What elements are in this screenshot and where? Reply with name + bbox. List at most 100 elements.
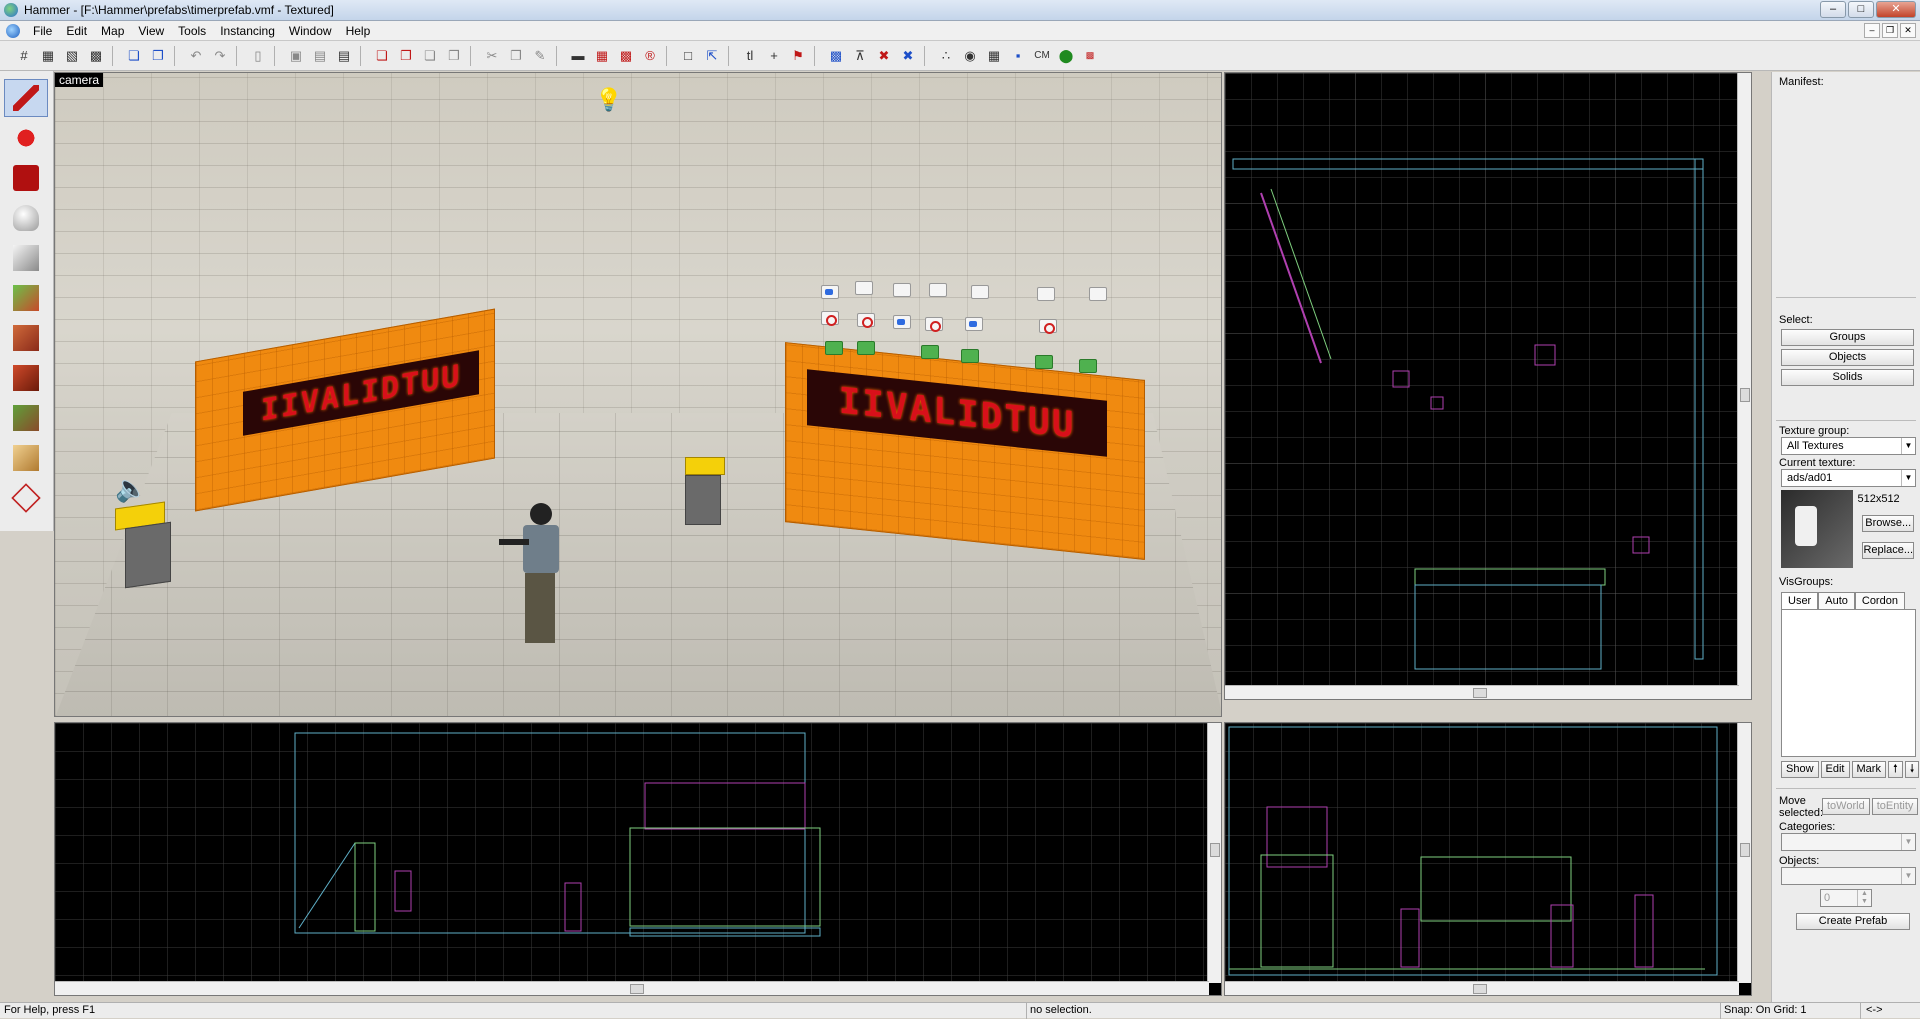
logic-entity[interactable] xyxy=(1039,319,1057,334)
decal-tool[interactable] xyxy=(4,359,48,397)
document-icon[interactable] xyxy=(6,23,20,38)
logic-entity[interactable] xyxy=(855,281,873,295)
side-view-horizontal-scrollbar[interactable] xyxy=(1225,981,1739,995)
flat-shaded-icon[interactable]: ▬ xyxy=(567,45,589,67)
paste-icon[interactable]: ✎ xyxy=(529,45,551,67)
side-view-vertical-scrollbar[interactable] xyxy=(1737,723,1751,983)
menu-map[interactable]: Map xyxy=(94,21,131,41)
cubemap-button[interactable]: CM xyxy=(1031,45,1053,67)
doc-restore-icon[interactable]: ❐ xyxy=(1882,23,1898,38)
lighting-icon[interactable]: ▦ xyxy=(983,45,1005,67)
top-2d-viewport[interactable] xyxy=(1224,72,1752,700)
visgroup-edit-button[interactable]: Edit xyxy=(1820,761,1850,778)
count-spinner[interactable]: 0 ▲ ▼ xyxy=(1820,889,1872,907)
run-map-icon[interactable]: ⬤ xyxy=(1055,45,1077,67)
magnify-tool[interactable] xyxy=(4,119,48,157)
apply-texture-tool[interactable] xyxy=(4,319,48,357)
toggle-red-icon[interactable]: ✖ xyxy=(873,45,895,67)
show-icon[interactable]: ▤ xyxy=(309,45,331,67)
categories-select[interactable]: ▼ xyxy=(1781,833,1916,851)
front-2d-viewport[interactable] xyxy=(54,722,1222,996)
visgroups-list[interactable] xyxy=(1781,609,1916,757)
cut-icon[interactable]: ✂ xyxy=(481,45,503,67)
logic-entity[interactable] xyxy=(1079,359,1097,373)
menu-view[interactable]: View xyxy=(131,21,171,41)
move-down-icon[interactable]: 🠗 xyxy=(1904,761,1920,778)
tab-user[interactable]: User xyxy=(1781,592,1819,609)
models-icon[interactable]: ◉ xyxy=(959,45,981,67)
texture-tool[interactable] xyxy=(4,279,48,317)
top-view-horizontal-scrollbar[interactable] xyxy=(1225,685,1739,699)
record-icon[interactable]: ® xyxy=(639,45,661,67)
redo-icon[interactable]: ↷ xyxy=(209,45,231,67)
menu-file[interactable]: File xyxy=(26,21,59,41)
logic-entity[interactable] xyxy=(929,283,947,297)
tab-cordon[interactable]: Cordon xyxy=(1854,592,1905,609)
overlay-tool[interactable] xyxy=(4,399,48,437)
texture-lock-red-icon[interactable]: ▦ xyxy=(591,45,613,67)
logic-entity[interactable] xyxy=(857,341,875,355)
select-icon[interactable]: ⇱ xyxy=(701,45,723,67)
logic-entity[interactable] xyxy=(1089,287,1107,301)
top-view-vertical-scrollbar[interactable] xyxy=(1737,73,1751,699)
carve-icon[interactable]: ▯ xyxy=(247,45,269,67)
visgroup-mark-button[interactable]: Mark xyxy=(1851,761,1886,778)
brush-flag-icon[interactable]: ⚑ xyxy=(787,45,809,67)
entity-tool[interactable] xyxy=(4,199,48,237)
logic-entity[interactable] xyxy=(893,283,911,297)
logic-entity[interactable] xyxy=(1035,355,1053,369)
logic-entity[interactable] xyxy=(893,315,911,329)
selection-icon-2[interactable]: ❐ xyxy=(395,45,417,67)
grid-3d-icon[interactable]: ▩ xyxy=(85,45,107,67)
close-icon[interactable]: ✕ xyxy=(1876,1,1916,18)
selection-tool[interactable] xyxy=(4,79,48,117)
camera-3d-viewport[interactable]: camera 💡 🔈 IIVALIDTUU IIVALIDTUU xyxy=(54,72,1222,717)
menu-window[interactable]: Window xyxy=(282,21,339,41)
replace-texture-button[interactable]: Replace... xyxy=(1862,542,1914,559)
logic-entity[interactable] xyxy=(971,285,989,299)
scroll-thumb[interactable] xyxy=(1210,843,1220,857)
check-problems-icon[interactable]: ⊼ xyxy=(849,45,871,67)
selection-icon-1[interactable]: ❏ xyxy=(371,45,393,67)
front-view-horizontal-scrollbar[interactable] xyxy=(55,981,1209,995)
menu-instancing[interactable]: Instancing xyxy=(213,21,282,41)
browse-texture-button[interactable]: Browse... xyxy=(1862,515,1914,532)
vertex-tool[interactable] xyxy=(4,479,48,517)
scroll-thumb[interactable] xyxy=(1740,843,1750,857)
scroll-thumb[interactable] xyxy=(1473,984,1487,994)
grid-smaller-icon[interactable]: ▦ xyxy=(37,45,59,67)
lighting-preview-icon[interactable]: ▪ xyxy=(1007,45,1029,67)
brush-tl-plus-icon[interactable]: + xyxy=(763,45,785,67)
scroll-thumb[interactable] xyxy=(1473,688,1487,698)
menu-help[interactable]: Help xyxy=(339,21,378,41)
texture-scale-icon[interactable]: ▩ xyxy=(615,45,637,67)
to-entity-button[interactable]: toEntity xyxy=(1871,797,1919,815)
nodraw-icon[interactable]: ▩ xyxy=(1079,45,1101,67)
clipping-tool[interactable] xyxy=(4,439,48,477)
doc-minimize-icon[interactable]: – xyxy=(1864,23,1880,38)
logic-entity[interactable] xyxy=(825,341,843,355)
menu-edit[interactable]: Edit xyxy=(59,21,94,41)
to-world-button[interactable]: toWorld xyxy=(1822,797,1870,815)
select-objects-button[interactable]: Objects xyxy=(1781,349,1914,366)
logic-entity[interactable] xyxy=(857,313,875,328)
copy-icon[interactable]: ❐ xyxy=(505,45,527,67)
select-solids-button[interactable]: Solids xyxy=(1781,369,1914,386)
minimize-icon[interactable]: – xyxy=(1820,1,1846,18)
hide-icon[interactable]: ▣ xyxy=(285,45,307,67)
logic-entity[interactable] xyxy=(965,317,983,331)
doc-close-icon[interactable]: ✕ xyxy=(1900,23,1916,38)
helpers-icon[interactable]: ∴ xyxy=(935,45,957,67)
viewport-label-camera[interactable]: camera xyxy=(55,73,104,87)
create-prefab-button[interactable]: Create Prefab xyxy=(1796,913,1910,930)
button-pole-left[interactable] xyxy=(125,521,171,589)
brush-tl-icon[interactable]: tl xyxy=(739,45,761,67)
ungroup-icon[interactable]: ❐ xyxy=(147,45,169,67)
grid-toggle-icon[interactable]: # xyxy=(13,45,35,67)
selection-icon-3[interactable]: ❏ xyxy=(419,45,441,67)
logic-entity[interactable] xyxy=(921,345,939,359)
button-pole-center[interactable] xyxy=(685,475,721,525)
light-entity-icon[interactable]: 💡 xyxy=(595,87,622,113)
logic-entity[interactable] xyxy=(821,311,839,326)
scroll-thumb[interactable] xyxy=(630,984,644,994)
